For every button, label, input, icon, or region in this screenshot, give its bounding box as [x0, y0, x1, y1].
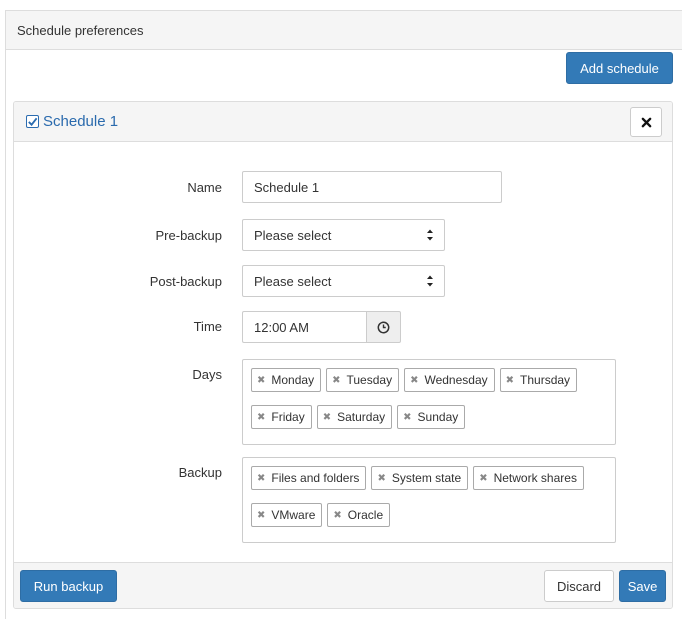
add-schedule-button[interactable]: Add schedule [566, 52, 673, 84]
discard-button[interactable]: Discard [544, 570, 614, 602]
save-button[interactable]: Save [619, 570, 666, 602]
clock-icon [377, 321, 390, 333]
tag-monday[interactable]: ✖ Monday [251, 368, 322, 392]
schedule-card: Schedule 1 Name Schedule 1 Pre-backup Pl… [13, 101, 673, 609]
remove-icon[interactable]: ✖ [323, 412, 331, 423]
post-backup-value: Please select [254, 273, 332, 289]
tag-network-shares[interactable]: ✖ Network shares [473, 466, 584, 490]
schedule-card-footer: Run backup Discard Save [14, 562, 672, 608]
time-label: Time [193, 319, 222, 334]
remove-icon[interactable]: ✖ [332, 375, 340, 386]
tag-saturday[interactable]: ✖ Saturday [316, 405, 393, 429]
time-value: 12:00 AM [254, 319, 309, 335]
days-tag-input[interactable]: ✖ Monday ✖ Tuesday ✖ Wednesday ✖ Thursday ✖ F… [242, 359, 616, 445]
time-picker-button[interactable] [366, 311, 401, 343]
remove-icon[interactable]: ✖ [257, 473, 265, 484]
remove-icon[interactable]: ✖ [257, 510, 265, 521]
close-button[interactable] [630, 107, 662, 137]
name-input[interactable]: Schedule 1 [242, 171, 502, 203]
remove-icon[interactable]: ✖ [377, 473, 385, 484]
tag-thursday[interactable]: ✖ Thursday [499, 368, 578, 392]
backup-label: Backup [178, 465, 222, 480]
tag-system-state[interactable]: ✖ System state [371, 466, 469, 490]
tag-wednesday[interactable]: ✖ Wednesday [404, 368, 495, 392]
panel-header: Schedule preferences [6, 11, 682, 50]
select-arrows-icon [427, 229, 433, 241]
schedule-enabled-checkbox[interactable] [26, 115, 39, 128]
days-label: Days [192, 367, 222, 382]
time-input[interactable]: 12:00 AM [242, 311, 366, 343]
pre-backup-label: Pre-backup [155, 228, 222, 243]
remove-icon[interactable]: ✖ [410, 375, 418, 386]
backup-tag-input[interactable]: ✖ Files and folders ✖ System state ✖ Networ… [242, 457, 616, 543]
post-backup-select[interactable]: Please select [242, 265, 445, 297]
tag-vmware[interactable]: ✖ VMware [251, 503, 323, 527]
remove-icon[interactable]: ✖ [479, 473, 487, 484]
tag-tuesday[interactable]: ✖ Tuesday [326, 368, 400, 392]
pre-backup-select[interactable]: Please select [242, 219, 445, 251]
post-backup-label: Post-backup [149, 274, 222, 289]
tag-friday[interactable]: ✖ Friday [251, 405, 312, 429]
schedule-title[interactable]: Schedule 1 [43, 113, 118, 130]
remove-icon[interactable]: ✖ [257, 375, 265, 386]
tag-sunday[interactable]: ✖ Sunday [397, 405, 466, 429]
tag-files-and-folders[interactable]: ✖ Files and folders [251, 466, 367, 490]
remove-icon[interactable]: ✖ [257, 412, 265, 423]
remove-icon[interactable]: ✖ [403, 412, 411, 423]
remove-icon[interactable]: ✖ [333, 510, 341, 521]
page-title: Schedule preferences [17, 22, 144, 38]
pre-backup-value: Please select [254, 227, 332, 243]
schedule-card-header: Schedule 1 [14, 102, 672, 142]
check-icon [28, 117, 38, 127]
close-icon [641, 117, 651, 127]
select-arrows-icon [427, 275, 433, 287]
run-backup-button[interactable]: Run backup [20, 570, 117, 602]
name-value: Schedule 1 [254, 179, 320, 195]
name-label: Name [187, 180, 222, 195]
tag-oracle[interactable]: ✖ Oracle [327, 503, 391, 527]
time-picker: 12:00 AM [242, 311, 401, 343]
remove-icon[interactable]: ✖ [506, 375, 514, 386]
